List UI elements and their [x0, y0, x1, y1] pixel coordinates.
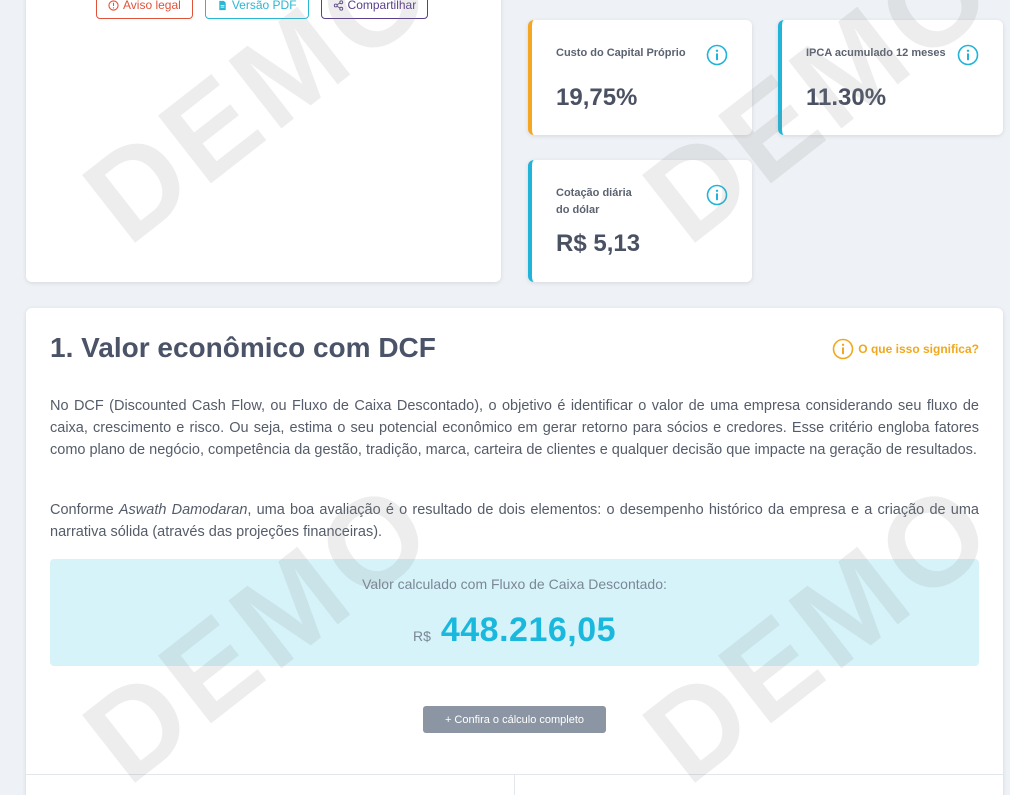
action-buttons: Aviso legal Versão PDF Compartilhar	[96, 0, 429, 19]
damodaran-paragraph: Conforme Aswath Damodaran, uma boa avali…	[50, 499, 979, 543]
alert-circle-icon	[108, 0, 119, 11]
indicator-value: R$ 5,13	[556, 230, 641, 257]
author-name: Aswath Damodaran	[118, 502, 248, 518]
indicator-card-dollar-rate: Cotação diária do dólar R$ 5,13	[528, 160, 752, 282]
what-does-it-mean-link[interactable]: O que isso significa?	[832, 338, 979, 360]
result-label: Valor calculado com Fluxo de Caixa Desco…	[362, 576, 667, 592]
info-icon	[832, 338, 854, 360]
report-header-card: Aviso legal Versão PDF Compartilhar	[26, 0, 501, 282]
dcf-section-card: 1. Valor econômico com DCF O que isso si…	[26, 308, 1003, 795]
result-currency: R$	[412, 628, 431, 644]
indicator-title: Custo do Capital Próprio	[556, 47, 686, 59]
pdf-version-button[interactable]: Versão PDF	[204, 0, 309, 19]
indicator-title-line: do dólar	[556, 204, 600, 216]
indicator-title: IPCA acumulado 12 meses	[806, 47, 946, 59]
result-amount: 448.216,05	[440, 611, 617, 649]
indicator-card-ipca: IPCA acumulado 12 meses 11.30%	[778, 20, 1003, 135]
indicator-title: Cotação diária do dólar	[556, 185, 632, 219]
info-icon[interactable]	[706, 44, 728, 66]
dcf-result-box: Valor calculado com Fluxo de Caixa Desco…	[50, 559, 979, 666]
indicator-value: 11.30%	[806, 84, 887, 111]
result-value-line: R$ 448.216,05	[50, 611, 979, 650]
file-pdf-icon	[219, 0, 226, 10]
indicator-title-line: Cotação diária	[556, 187, 632, 199]
share-button[interactable]: Compartilhar	[320, 0, 429, 19]
indicator-card-capital-cost: Custo do Capital Próprio 19,75%	[528, 20, 752, 135]
info-icon[interactable]	[957, 44, 979, 66]
indicator-value: 19,75%	[556, 84, 638, 111]
legal-notice-label: Aviso legal	[123, 0, 181, 12]
dcf-description-paragraph: No DCF (Discounted Cash Flow, ou Fluxo d…	[50, 398, 979, 458]
share-icon	[333, 0, 343, 11]
pdf-version-label: Versão PDF	[231, 0, 297, 12]
full-calculation-button[interactable]: + Confira o cálculo completo	[423, 706, 606, 733]
what-does-it-mean-label: O que isso significa?	[858, 342, 979, 356]
section-title: 1. Valor econômico com DCF	[50, 332, 436, 363]
legal-notice-button[interactable]: Aviso legal	[96, 0, 193, 19]
share-label: Compartilhar	[347, 0, 417, 12]
paragraph-prefix: Conforme	[50, 502, 119, 518]
info-icon[interactable]	[706, 184, 728, 206]
column-divider	[514, 774, 515, 795]
